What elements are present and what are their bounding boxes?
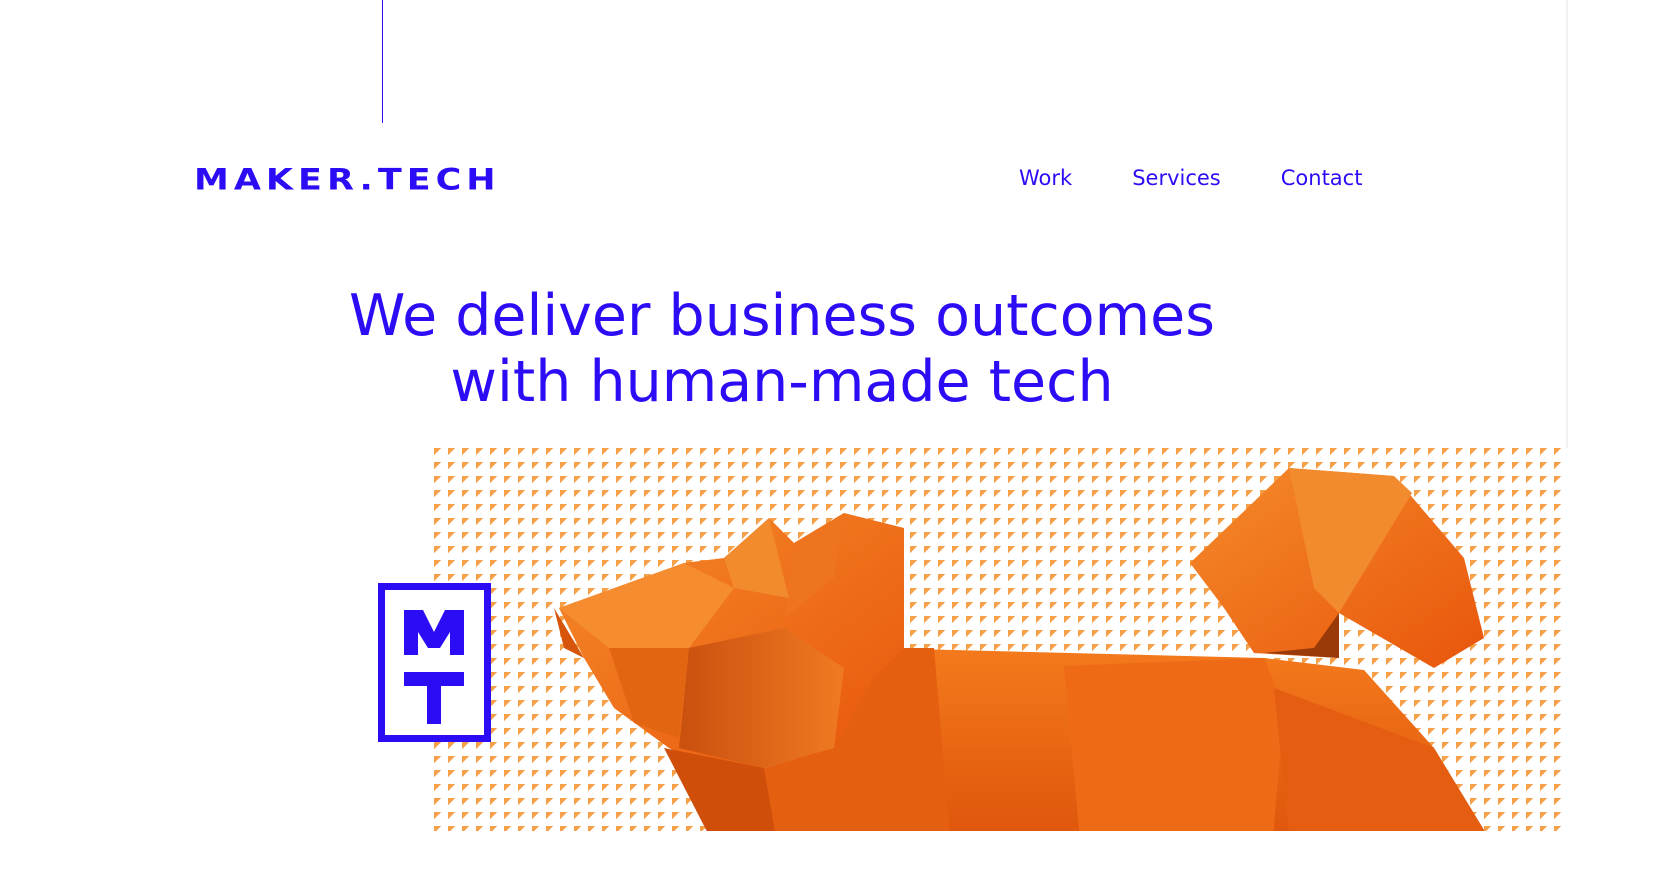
hero-line-1: We deliver business outcomes (349, 283, 1215, 349)
logo-wordmark: MAKER.TECH (194, 163, 501, 197)
nav-link-services[interactable]: Services (1132, 166, 1221, 190)
hero-line-2: with human-made tech (450, 349, 1114, 415)
nav-link-work[interactable]: Work (1019, 166, 1072, 190)
hero-image-pattern (434, 448, 1568, 884)
decorative-vertical-line (382, 0, 383, 123)
hero-headline: We deliver business outcomes with human-… (270, 283, 1294, 415)
page-bottom-area (0, 831, 1668, 884)
mt-monogram-icon (404, 610, 464, 724)
nav-link-contact[interactable]: Contact (1281, 166, 1363, 190)
main-nav: Work Services Contact (1019, 166, 1362, 190)
mt-monogram-badge (378, 583, 491, 742)
origami-dog-image (554, 468, 1484, 884)
maker-tech-logo[interactable]: MAKER.TECH (194, 160, 501, 200)
